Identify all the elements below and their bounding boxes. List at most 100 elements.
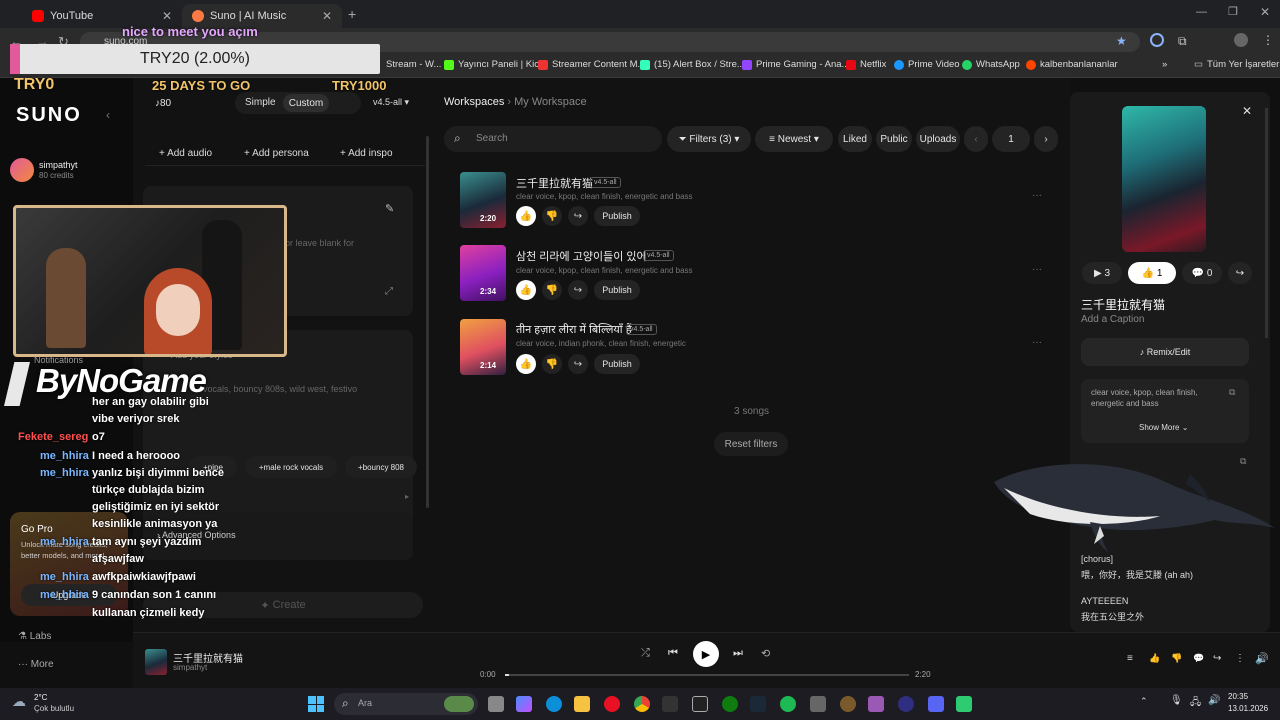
close-window-icon[interactable]: ✕ xyxy=(1260,5,1270,19)
like-icon[interactable]: 👍 xyxy=(516,206,536,226)
caption-field[interactable]: Add a Caption xyxy=(1081,314,1144,325)
windows-start-icon[interactable] xyxy=(308,696,324,712)
bookmark-item[interactable]: (15) Alert Box / Stre... xyxy=(640,59,745,70)
remix-edit-button[interactable]: ♪ Remix/Edit xyxy=(1081,338,1249,366)
opera-icon[interactable] xyxy=(604,696,620,712)
search-input[interactable]: ⌕ Search xyxy=(444,126,662,152)
bookmark-item[interactable]: WhatsApp xyxy=(962,59,1020,70)
close-icon[interactable]: ✕ xyxy=(322,9,332,23)
spotify-icon[interactable] xyxy=(780,696,796,712)
prev-page-icon[interactable]: ‹ xyxy=(964,126,988,152)
close-icon[interactable]: ✕ xyxy=(1242,104,1252,118)
song-title[interactable]: 三千里拉就有猫 xyxy=(516,175,593,191)
bookmark-item[interactable]: kalbenbanlananlar xyxy=(1026,59,1118,70)
volume-icon[interactable]: 🔊 xyxy=(1208,695,1220,706)
extension-icon[interactable] xyxy=(1150,33,1164,47)
like-icon[interactable]: 👍 xyxy=(516,280,536,300)
maximize-icon[interactable]: ❐ xyxy=(1228,5,1238,18)
now-playing-cover[interactable] xyxy=(145,649,167,675)
bookmark-item[interactable]: Prime Video xyxy=(894,59,960,70)
puzzle-icon[interactable]: ⧉ xyxy=(1178,34,1187,49)
next-icon[interactable]: ⏭ xyxy=(733,647,743,660)
shuffle-icon[interactable]: ⤮ xyxy=(641,647,650,660)
public-filter[interactable]: Public xyxy=(876,126,912,152)
publish-button[interactable]: Publish xyxy=(594,354,640,374)
copy-icon[interactable]: ⧉ xyxy=(1229,387,1235,398)
magic-wand-icon[interactable]: ✎ xyxy=(385,202,394,215)
clock-time[interactable]: 20:35 xyxy=(1228,692,1248,701)
more-icon[interactable]: ⋮ xyxy=(1235,653,1245,664)
version-select[interactable]: v4.5-all ▾ xyxy=(373,97,409,108)
filters-button[interactable]: ⏷ Filters (3) ▾ xyxy=(667,126,751,152)
volume-icon[interactable]: 🔊 xyxy=(1255,652,1269,665)
app-icon[interactable] xyxy=(956,696,972,712)
progress-track[interactable] xyxy=(505,674,909,676)
song-title[interactable]: तीन हज़ार लीरा में बिल्लियाँ हैं xyxy=(516,322,632,337)
bookmark-item[interactable]: Yayıncı Paneli | Kick xyxy=(444,59,544,70)
bookmark-item[interactable]: Netflix xyxy=(846,59,886,70)
share-icon[interactable]: ↪ xyxy=(1213,653,1221,664)
mic-icon[interactable]: 🎙 xyxy=(1170,695,1183,706)
amazon-icon[interactable] xyxy=(692,696,708,712)
app-icon[interactable] xyxy=(840,696,856,712)
expand-icon[interactable]: ⤢ xyxy=(385,286,393,297)
show-more-button[interactable]: Show More ⌄ xyxy=(1139,423,1188,432)
song-title[interactable]: 삼천 리라에 고양이들이 있어 xyxy=(516,248,647,264)
taskbar-search[interactable]: ⌕ Ara xyxy=(334,693,478,715)
epic-games-icon[interactable] xyxy=(662,696,678,712)
song-row[interactable]: 2:20 三千里拉就有猫 v4.5-all clear voice, kpop,… xyxy=(460,172,1060,232)
new-tab-icon[interactable]: + xyxy=(348,6,356,22)
song-cover[interactable]: 2:20 xyxy=(460,172,506,228)
like-icon[interactable]: 👍 xyxy=(1149,653,1160,664)
share-icon[interactable]: ↪ xyxy=(1228,262,1252,284)
bookmark-item[interactable]: Streamer Content M... xyxy=(538,59,645,70)
all-bookmarks[interactable]: ▭ Tüm Yer İşaretleri xyxy=(1194,59,1280,70)
share-icon[interactable]: ↪ xyxy=(568,280,588,300)
app-icon[interactable] xyxy=(868,696,884,712)
dislike-icon[interactable]: 👎 xyxy=(542,206,562,226)
clock-date[interactable]: 13.01.2026 xyxy=(1228,704,1268,713)
publish-button[interactable]: Publish xyxy=(594,280,640,300)
repeat-icon[interactable]: ⟲ xyxy=(761,647,770,660)
previous-icon[interactable]: ⏮ xyxy=(668,647,678,660)
song-row[interactable]: 2:34 삼천 리라에 고양이들이 있어 v4.5-all clear voic… xyxy=(460,245,1060,305)
dislike-icon[interactable]: 👎 xyxy=(1171,653,1182,664)
like-button[interactable]: 👍 1 xyxy=(1128,262,1176,284)
song-cover[interactable]: 2:34 xyxy=(460,245,506,301)
sort-button[interactable]: ≡ Newest ▾ xyxy=(755,126,833,152)
comment-button[interactable]: 💬 0 xyxy=(1182,262,1222,284)
dislike-icon[interactable]: 👎 xyxy=(542,354,562,374)
chevron-right-icon[interactable]: ▸ xyxy=(405,492,409,501)
liked-filter[interactable]: Liked xyxy=(838,126,872,152)
star-icon[interactable]: ★ xyxy=(1116,34,1127,48)
add-audio-button[interactable]: + Add audio xyxy=(159,148,212,159)
share-icon[interactable]: ↪ xyxy=(568,206,588,226)
task-view-icon[interactable] xyxy=(488,696,504,712)
page-number[interactable]: 1 xyxy=(992,126,1030,152)
steam-icon[interactable] xyxy=(750,696,766,712)
network-icon[interactable]: 🖧 xyxy=(1190,695,1201,712)
mode-custom[interactable]: Custom xyxy=(283,94,329,112)
mode-simple[interactable]: Simple xyxy=(245,97,276,108)
uploads-filter[interactable]: Uploads xyxy=(916,126,960,152)
play-button[interactable]: ▶ xyxy=(693,641,719,667)
reset-filters-button[interactable]: Reset filters xyxy=(714,432,788,456)
xbox-icon[interactable] xyxy=(722,696,738,712)
song-cover[interactable]: 2:14 xyxy=(460,319,506,375)
copilot-icon[interactable] xyxy=(516,696,532,712)
obs-icon[interactable] xyxy=(898,696,914,712)
collapse-icon[interactable]: ‹ xyxy=(106,108,110,122)
comment-icon[interactable]: 💬 xyxy=(1193,653,1204,664)
weather-icon[interactable]: ☁ xyxy=(12,693,26,710)
queue-icon[interactable]: ≡ xyxy=(1127,653,1133,664)
song-row[interactable]: 2:14 तीन हज़ार लीरा में बिल्लियाँ हैं v4… xyxy=(460,319,1060,379)
file-explorer-icon[interactable] xyxy=(574,696,590,712)
labs-nav[interactable]: ⚗ Labs xyxy=(18,631,51,642)
now-playing-artist[interactable]: simpathyt xyxy=(173,663,207,672)
capcut-icon[interactable] xyxy=(810,696,826,712)
song-cover-large[interactable] xyxy=(1122,106,1206,252)
suno-logo[interactable]: SUNO xyxy=(16,104,82,127)
menu-kebab-icon[interactable]: ⋮ xyxy=(1262,33,1274,47)
share-icon[interactable]: ↪ xyxy=(568,354,588,374)
profile-avatar[interactable] xyxy=(1234,33,1248,47)
